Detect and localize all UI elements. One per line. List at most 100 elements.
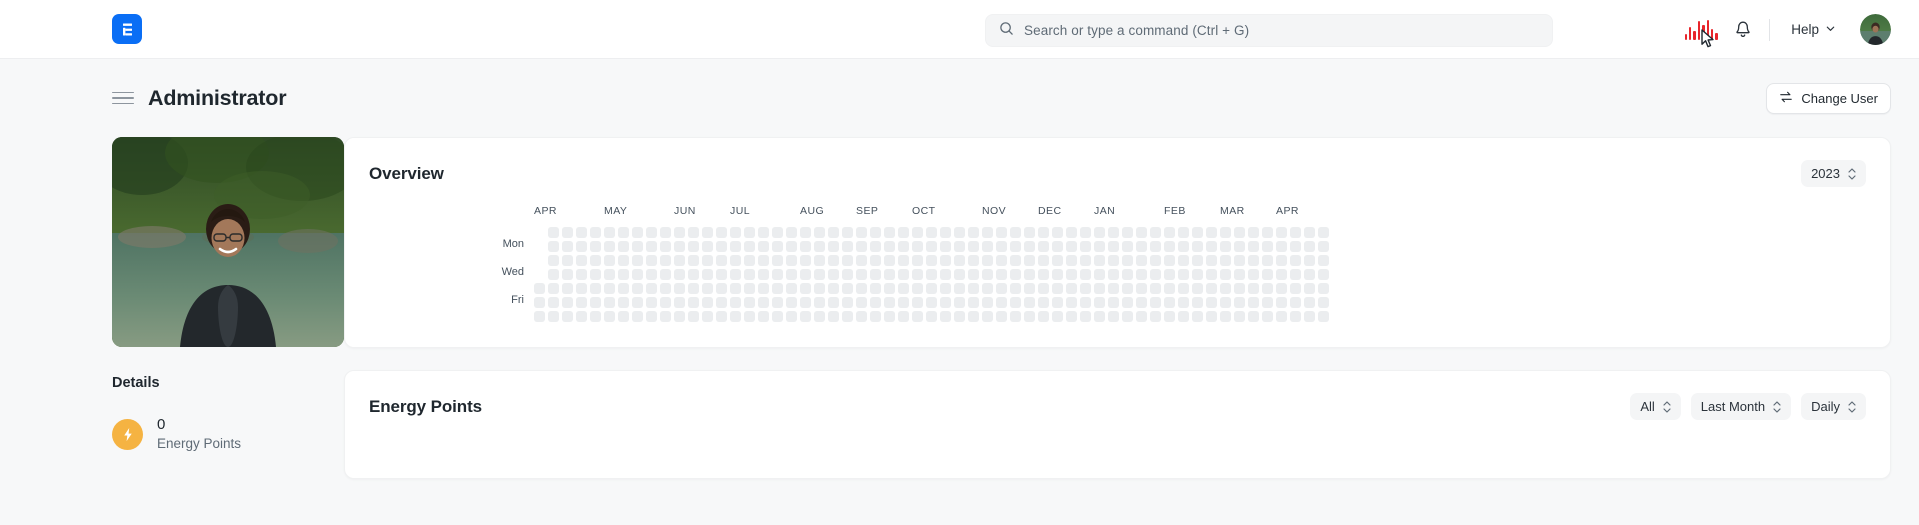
heatmap-cell[interactable]: [702, 227, 713, 238]
global-search[interactable]: Search or type a command (Ctrl + G): [985, 14, 1553, 47]
heatmap-cell[interactable]: [548, 311, 559, 322]
heatmap-cell[interactable]: [828, 297, 839, 308]
heatmap-cell[interactable]: [898, 227, 909, 238]
heatmap-cell[interactable]: [1024, 227, 1035, 238]
heatmap-cell[interactable]: [1038, 283, 1049, 294]
heatmap-cell[interactable]: [1052, 297, 1063, 308]
heatmap-cell[interactable]: [828, 241, 839, 252]
heatmap-cell[interactable]: [996, 283, 1007, 294]
heatmap-cell[interactable]: [548, 227, 559, 238]
heatmap-cell[interactable]: [842, 255, 853, 266]
heatmap-cell[interactable]: [982, 283, 993, 294]
heatmap-cell[interactable]: [954, 311, 965, 322]
heatmap-cell[interactable]: [1122, 255, 1133, 266]
heatmap-cell[interactable]: [968, 227, 979, 238]
heatmap-cell[interactable]: [562, 269, 573, 280]
heatmap-cell[interactable]: [688, 269, 699, 280]
energy-points-filter-interval[interactable]: Daily: [1801, 393, 1866, 420]
heatmap-cell[interactable]: [646, 311, 657, 322]
heatmap-cell[interactable]: [1192, 227, 1203, 238]
heatmap-cell[interactable]: [996, 297, 1007, 308]
heatmap-cell[interactable]: [1164, 297, 1175, 308]
heatmap-cell[interactable]: [1150, 241, 1161, 252]
heatmap-cell[interactable]: [1178, 297, 1189, 308]
heatmap-cell[interactable]: [1150, 227, 1161, 238]
heatmap-cell[interactable]: [814, 311, 825, 322]
heatmap-cell[interactable]: [1262, 227, 1273, 238]
heatmap-cell[interactable]: [856, 311, 867, 322]
heatmap-cell[interactable]: [1108, 269, 1119, 280]
heatmap-cell[interactable]: [562, 297, 573, 308]
heatmap-cell[interactable]: [576, 241, 587, 252]
heatmap-cell[interactable]: [702, 255, 713, 266]
heatmap-cell[interactable]: [1234, 241, 1245, 252]
heatmap-cell[interactable]: [1248, 227, 1259, 238]
heatmap-cell[interactable]: [1304, 241, 1315, 252]
heatmap-cell[interactable]: [1150, 283, 1161, 294]
heatmap-cell[interactable]: [1206, 283, 1217, 294]
heatmap-cell[interactable]: [828, 269, 839, 280]
heatmap-cell[interactable]: [996, 255, 1007, 266]
heatmap-cell[interactable]: [912, 255, 923, 266]
heatmap-cell[interactable]: [660, 255, 671, 266]
heatmap-cell[interactable]: [562, 311, 573, 322]
heatmap-cell[interactable]: [618, 297, 629, 308]
heatmap-cell[interactable]: [786, 227, 797, 238]
heatmap-cell[interactable]: [1108, 283, 1119, 294]
heatmap-cell[interactable]: [926, 227, 937, 238]
heatmap-cell[interactable]: [1318, 227, 1329, 238]
heatmap-cell[interactable]: [1150, 297, 1161, 308]
heatmap-cell[interactable]: [576, 227, 587, 238]
heatmap-cell[interactable]: [702, 241, 713, 252]
heatmap-cell[interactable]: [1318, 311, 1329, 322]
heatmap-cell[interactable]: [590, 269, 601, 280]
heatmap-cell[interactable]: [562, 241, 573, 252]
heatmap-cell[interactable]: [1066, 255, 1077, 266]
heatmap-cell[interactable]: [744, 241, 755, 252]
heatmap-cell[interactable]: [800, 283, 811, 294]
heatmap-cell[interactable]: [632, 283, 643, 294]
heatmap-cell[interactable]: [898, 269, 909, 280]
heatmap-cell[interactable]: [1010, 269, 1021, 280]
heatmap-cell[interactable]: [1290, 269, 1301, 280]
heatmap-cell[interactable]: [1276, 311, 1287, 322]
heatmap-cell[interactable]: [646, 297, 657, 308]
heatmap-cell[interactable]: [940, 311, 951, 322]
heatmap-cell[interactable]: [674, 241, 685, 252]
heatmap-cell[interactable]: [884, 283, 895, 294]
heatmap-cell[interactable]: [940, 297, 951, 308]
heatmap-cell[interactable]: [1276, 255, 1287, 266]
heatmap-cell[interactable]: [534, 283, 545, 294]
heatmap-cell[interactable]: [716, 227, 727, 238]
heatmap-cell[interactable]: [716, 283, 727, 294]
heatmap-cell[interactable]: [1136, 297, 1147, 308]
heatmap-cell[interactable]: [618, 283, 629, 294]
heatmap-cell[interactable]: [898, 255, 909, 266]
heatmap-cell[interactable]: [884, 269, 895, 280]
heatmap-cell[interactable]: [968, 297, 979, 308]
heatmap-cell[interactable]: [1066, 269, 1077, 280]
heatmap-cell[interactable]: [1150, 269, 1161, 280]
hamburger-menu-icon[interactable]: [112, 91, 134, 105]
heatmap-cell[interactable]: [702, 283, 713, 294]
heatmap-cell[interactable]: [1080, 269, 1091, 280]
heatmap-cell[interactable]: [604, 297, 615, 308]
heatmap-cell[interactable]: [1052, 255, 1063, 266]
heatmap-cell[interactable]: [702, 297, 713, 308]
heatmap-cell[interactable]: [912, 241, 923, 252]
heatmap-cell[interactable]: [1080, 227, 1091, 238]
heatmap-cell[interactable]: [772, 269, 783, 280]
heatmap-cell[interactable]: [1024, 297, 1035, 308]
heatmap-cell[interactable]: [730, 311, 741, 322]
heatmap-cell[interactable]: [856, 297, 867, 308]
heatmap-cell[interactable]: [1136, 311, 1147, 322]
heatmap-cell[interactable]: [1192, 283, 1203, 294]
heatmap-cell[interactable]: [870, 255, 881, 266]
heatmap-cell[interactable]: [1234, 311, 1245, 322]
heatmap-cell[interactable]: [1164, 311, 1175, 322]
heatmap-cell[interactable]: [996, 269, 1007, 280]
heatmap-cell[interactable]: [1192, 255, 1203, 266]
heatmap-cell[interactable]: [926, 269, 937, 280]
heatmap-cell[interactable]: [702, 311, 713, 322]
heatmap-cell[interactable]: [926, 311, 937, 322]
